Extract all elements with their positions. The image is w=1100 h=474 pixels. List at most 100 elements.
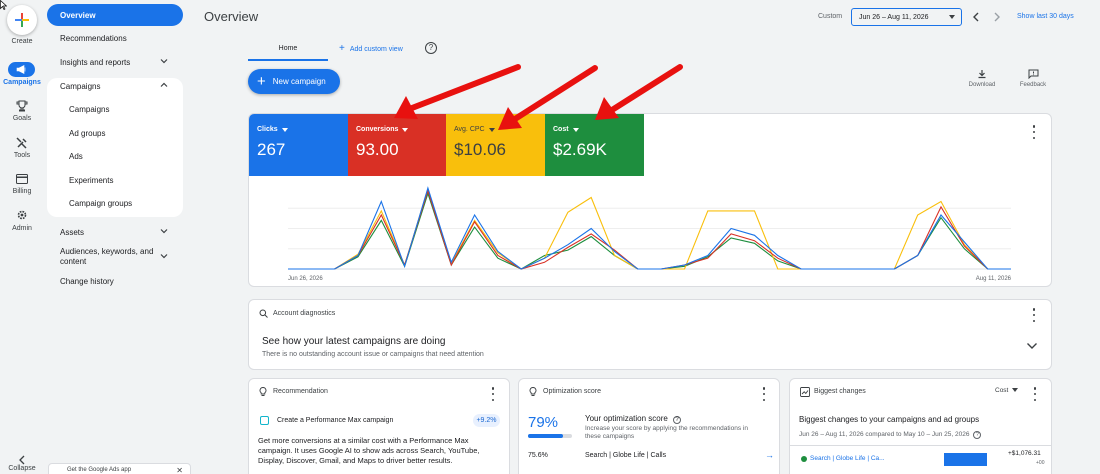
nav-item-audiences[interactable]: Audiences, keywords, and content — [47, 243, 183, 271]
biggest-changes-compare: Jun 26 – Aug 11, 2026 compared to May 10… — [799, 431, 982, 439]
plus-icon: + — [257, 73, 266, 90]
nav-item-change-history[interactable]: Change history — [47, 270, 183, 292]
tab-label: Home — [278, 44, 298, 52]
lightbulb-icon — [259, 387, 267, 396]
download-icon — [978, 70, 986, 79]
metric-tile-avg-cpc[interactable]: Avg. CPC $10.06 — [446, 114, 545, 176]
nav-sub-experiments[interactable]: Experiments — [47, 169, 183, 191]
nav-sub-campaigns[interactable]: Campaigns — [47, 98, 183, 120]
diagnostics-headline: See how your latest campaigns are doing — [262, 336, 446, 347]
more-options-icon[interactable] — [1032, 308, 1036, 322]
tools-rail-label: Tools — [13, 152, 31, 159]
mouse-cursor-icon — [0, 0, 7, 10]
credit-card-icon[interactable] — [12, 171, 32, 187]
create-button[interactable] — [7, 5, 37, 35]
help-icon[interactable]: ? — [425, 42, 437, 54]
nav-item-overview[interactable]: Overview — [47, 4, 183, 26]
nav-item-campaigns-group[interactable]: Campaigns — [47, 75, 183, 97]
tab-home[interactable]: Home — [248, 37, 328, 61]
promo-text: Get the Google Ads app — [67, 467, 132, 473]
custom-label: Custom — [818, 13, 843, 20]
series-line-avg-cpc — [288, 187, 1011, 270]
admin-rail-label: Admin — [12, 225, 32, 232]
optimization-heading: Your optimization score ? — [585, 414, 682, 424]
plus-colored-icon — [15, 13, 29, 27]
nav-item-assets[interactable]: Assets — [47, 221, 183, 243]
gear-icon[interactable] — [12, 207, 32, 223]
divider — [790, 445, 1051, 446]
show-last-30-days-link[interactable]: Show last 30 days — [1017, 13, 1074, 20]
optimization-row-label[interactable]: Search | Globe Life | Calls — [585, 452, 666, 459]
promo-bar[interactable]: Get the Google Ads app ✕ — [48, 463, 191, 474]
close-icon[interactable]: ✕ — [176, 466, 183, 474]
nav-sub-campaign-groups[interactable]: Campaign groups — [47, 192, 183, 214]
add-custom-view-tab[interactable]: + Add custom view — [339, 43, 403, 54]
nav-item-label: Insights and reports — [60, 57, 131, 67]
recommendation-title: Recommendation — [273, 388, 328, 395]
nav-sub-ad-groups[interactable]: Ad groups — [47, 122, 183, 144]
recommendation-body: Get more conversions at a similar cost w… — [258, 436, 480, 465]
metric-value: $2.69K — [553, 140, 607, 159]
more-options-icon[interactable] — [762, 387, 766, 401]
collapse-label[interactable]: Collapse — [0, 465, 44, 472]
cost-dropdown-label: Cost — [995, 387, 1009, 394]
new-campaign-label: New campaign — [272, 77, 326, 86]
biggest-changes-row-label[interactable]: Search | Globe Life | Ca... — [810, 455, 885, 462]
compare-text: Jun 26 – Aug 11, 2026 compared to May 10… — [799, 431, 970, 438]
nav-sub-label: Ads — [69, 151, 83, 161]
nav-sub-ads[interactable]: Ads — [47, 145, 183, 167]
download-label: Download — [968, 82, 996, 88]
tab-label: Add custom view — [349, 46, 403, 53]
nav-sub-label: Ad groups — [69, 128, 106, 138]
left-rail: Create Campaigns Goals Tools Billing Adm… — [0, 0, 44, 474]
more-options-icon[interactable] — [491, 387, 495, 401]
chevron-down-icon[interactable] — [1026, 342, 1038, 350]
metric-tile-cost[interactable]: Cost $2.69K — [545, 114, 644, 176]
nav-item-label: Campaigns — [60, 81, 101, 91]
megaphone-icon — [16, 65, 26, 74]
help-icon[interactable]: ? — [673, 416, 682, 424]
chevron-down-icon — [160, 254, 168, 259]
optimization-row-value: 75.6% — [528, 452, 548, 459]
cost-dropdown[interactable]: Cost — [995, 387, 1019, 394]
chevron-right-icon[interactable] — [991, 11, 1003, 23]
feedback-button[interactable]: Feedback — [1013, 69, 1053, 88]
nav-item-recommendations[interactable]: Recommendations — [47, 27, 183, 49]
biggest-changes-heading: Biggest changes to your campaigns and ad… — [799, 415, 980, 424]
nav-item-label: Assets — [60, 227, 85, 237]
caret-down-icon — [949, 15, 955, 19]
biggest-changes-row-sub: +00 — [1036, 460, 1045, 466]
new-campaign-button[interactable]: + New campaign — [248, 69, 340, 94]
more-options-icon[interactable] — [1032, 125, 1036, 139]
help-icon[interactable]: ? — [973, 431, 982, 439]
optimization-score: 79% — [528, 414, 559, 431]
lightbulb-icon — [529, 387, 537, 396]
diagnostics-subtext: There is no outstanding account issue or… — [262, 351, 484, 358]
campaigns-rail-button[interactable] — [8, 62, 35, 77]
date-range-text: Jun 26 – Aug 11, 2026 — [859, 13, 929, 21]
uplift-badge: +9.2% — [473, 414, 500, 427]
metric-tile-clicks[interactable]: Clicks 267 — [249, 114, 348, 176]
score-bar-fill — [528, 434, 563, 438]
arrow-right-icon[interactable]: → — [765, 450, 774, 460]
chevron-left-icon[interactable] — [970, 11, 982, 23]
billing-rail-label: Billing — [12, 188, 32, 195]
download-button[interactable]: Download — [962, 69, 1002, 88]
optimization-title: Optimization score — [543, 388, 601, 395]
nav-item-label: Overview — [60, 10, 96, 20]
series-line-cost — [288, 191, 1011, 270]
trophy-icon[interactable] — [12, 98, 32, 114]
feedback-icon — [1028, 69, 1038, 79]
optimization-heading-text: Your optimization score — [585, 414, 668, 423]
metric-tile-conversions[interactable]: Conversions 93.00 — [348, 114, 446, 176]
nav-item-insights[interactable]: Insights and reports — [47, 51, 183, 73]
score-bar-track — [528, 434, 572, 438]
pmax-icon — [260, 416, 269, 425]
x-axis-end-label: Aug 11, 2026 — [976, 276, 1012, 282]
more-options-icon[interactable] — [1033, 387, 1037, 401]
recommendation-item[interactable]: Create a Performance Max campaign — [277, 417, 393, 424]
status-dot — [801, 456, 807, 462]
diagnostics-title: Account diagnostics — [273, 310, 336, 317]
tools-icon[interactable] — [12, 135, 32, 151]
date-range-picker[interactable]: Jun 26 – Aug 11, 2026 — [851, 8, 962, 26]
